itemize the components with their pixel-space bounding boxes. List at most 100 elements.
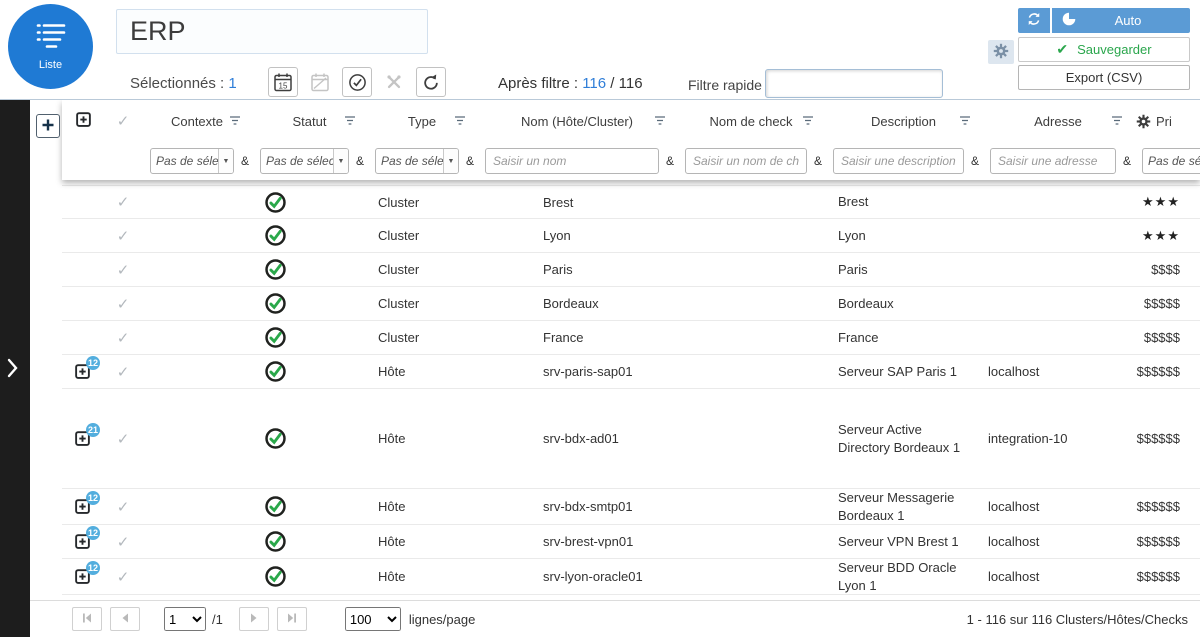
column-filter-icon[interactable] <box>227 114 243 129</box>
priority-cell: ★★★ <box>1134 228 1200 244</box>
table-row[interactable]: ✓ClusterBordeauxBordeaux$$$$$ <box>62 287 1200 321</box>
filter-input[interactable] <box>833 148 964 174</box>
priority-cell: $$$$$$ <box>1134 569 1200 584</box>
last-page-button[interactable] <box>277 607 307 631</box>
result-summary: 1 - 116 sur 116 Clusters/Hôtes/Checks <box>967 612 1188 627</box>
sidebar-expand-toggle[interactable] <box>7 358 18 381</box>
table-row[interactable]: ✓ClusterBrestBrest★★★ <box>62 185 1200 219</box>
row-select-cell[interactable]: ✓ <box>104 363 142 381</box>
per-page-select[interactable]: 100 <box>345 607 401 631</box>
status-ok-icon <box>265 225 286 246</box>
filter-separator: & <box>1123 154 1131 168</box>
refresh-button[interactable] <box>1018 8 1050 33</box>
filter-select[interactable]: Pas de sé▼ <box>1142 148 1200 174</box>
row-select-cell[interactable]: ✓ <box>104 568 142 586</box>
column-filter-5: & <box>825 142 982 180</box>
column-header-2[interactable]: Type <box>367 100 477 142</box>
row-select-cell[interactable]: ✓ <box>104 261 142 279</box>
column-header-5[interactable]: Description <box>825 100 982 142</box>
filter-separator: & <box>466 154 474 168</box>
filter-select[interactable]: Pas de sélection▼ <box>375 148 459 174</box>
after-filter-count: 116 <box>582 75 606 92</box>
prev-page-button[interactable] <box>110 607 140 631</box>
column-filter-7: Pas de sé▼ <box>1134 142 1200 180</box>
row-select-cell[interactable]: ✓ <box>104 498 142 516</box>
save-button[interactable]: ✔ Sauvegarder <box>1018 37 1190 62</box>
row-select-cell[interactable]: ✓ <box>104 329 142 347</box>
name-cell: Paris <box>477 262 677 277</box>
row-select-cell[interactable]: ✓ <box>104 430 142 448</box>
prev-page-icon <box>119 612 131 627</box>
selected-count: Sélectionnés : 1 <box>130 75 237 92</box>
column-filter-icon[interactable] <box>452 114 468 129</box>
column-filter-1: Pas de sélection▼& <box>252 142 367 180</box>
app-logo[interactable]: Liste <box>8 4 93 89</box>
columns-gear-icon[interactable] <box>1136 114 1151 129</box>
next-page-button[interactable] <box>239 607 269 631</box>
header-label-row: ✓ ContexteStatut Type Nom (Hôte/Cluster)No… <box>62 100 1200 142</box>
child-count-badge: 12 <box>86 526 100 540</box>
tools-button[interactable] <box>379 67 409 97</box>
column-header-0[interactable]: Contexte <box>142 100 252 142</box>
column-header-4[interactable]: Nom de check <box>677 100 825 142</box>
status-cell <box>252 259 367 280</box>
undo-button[interactable] <box>416 67 446 97</box>
first-page-icon <box>81 612 93 627</box>
status-ok-icon <box>265 566 286 587</box>
child-count-badge: 12 <box>86 491 100 505</box>
table-row[interactable]: 12✓Hôtesrv-brest-vpn01Serveur VPN Brest … <box>62 525 1200 559</box>
export-csv-button[interactable]: Export (CSV) <box>1018 65 1190 90</box>
check-icon: ✓ <box>117 193 130 211</box>
table-row[interactable]: ✓ClusterParisParis$$$$ <box>62 253 1200 287</box>
expand-cell: 12 <box>62 569 104 585</box>
quick-filter-input[interactable] <box>765 69 943 98</box>
column-filter-icon[interactable] <box>800 114 816 129</box>
filter-separator: & <box>241 154 249 168</box>
column-filter-icon[interactable] <box>1109 114 1125 129</box>
filter-input[interactable] <box>990 148 1116 174</box>
check-circle-icon <box>348 73 367 92</box>
check-circle-button[interactable] <box>342 67 372 97</box>
table-row[interactable]: 12✓Hôtesrv-lyon-oracle01Serveur BDD Orac… <box>62 559 1200 595</box>
expand-all-button[interactable] <box>76 112 91 130</box>
column-filter-icon[interactable] <box>342 114 358 129</box>
table-row[interactable]: 12✓Hôtesrv-paris-sap01Serveur SAP Paris … <box>62 355 1200 389</box>
save-label: Sauvegarder <box>1077 42 1151 57</box>
column-filter-icon[interactable] <box>652 114 668 129</box>
filter-select[interactable]: Pas de sélection▼ <box>150 148 234 174</box>
table-row[interactable]: ✓ClusterFranceFrance$$$$$ <box>62 321 1200 355</box>
name-cell: srv-paris-sap01 <box>477 364 677 379</box>
header-filter-row: Pas de sélection▼&Pas de sélection▼&Pas … <box>62 142 1200 180</box>
column-header-3[interactable]: Nom (Hôte/Cluster) <box>477 100 677 142</box>
table-row[interactable]: 21✓Hôtesrv-bdx-ad01Serveur Active Direct… <box>62 389 1200 489</box>
add-button[interactable] <box>36 114 60 138</box>
filter-input[interactable] <box>485 148 659 174</box>
filter-input[interactable] <box>685 148 807 174</box>
table-row[interactable]: ✓ClusterLyonLyon★★★ <box>62 219 1200 253</box>
column-label: Type <box>408 114 436 129</box>
description-cell: Serveur Messagerie Bordeaux 1 <box>825 489 982 524</box>
settings-gear-button[interactable] <box>988 40 1014 64</box>
column-header-6[interactable]: Adresse <box>982 100 1134 142</box>
priority-cell: $$$$$$ <box>1134 499 1200 514</box>
first-page-button[interactable] <box>72 607 102 631</box>
table-row[interactable]: 12✓Hôtesrv-bdx-smtp01Serveur Messagerie … <box>62 489 1200 525</box>
left-sidebar <box>0 100 30 637</box>
column-filter-2: Pas de sélection▼& <box>367 142 477 180</box>
auto-button[interactable]: Auto <box>1052 8 1190 33</box>
column-header-1[interactable]: Statut <box>252 100 367 142</box>
after-filter-total: / 116 <box>610 75 642 92</box>
calendar-off-button[interactable] <box>305 67 335 97</box>
row-select-cell[interactable]: ✓ <box>104 227 142 245</box>
select-all-check-icon[interactable]: ✓ <box>117 112 130 130</box>
row-select-cell[interactable]: ✓ <box>104 295 142 313</box>
filter-select[interactable]: Pas de sélection▼ <box>260 148 349 174</box>
row-select-cell[interactable]: ✓ <box>104 193 142 211</box>
status-ok-icon <box>265 361 286 382</box>
column-filter-icon[interactable] <box>957 114 973 129</box>
column-header-7[interactable]: Pri <box>1134 100 1200 142</box>
calendar-button[interactable]: 15 <box>268 67 298 97</box>
name-cell: srv-bdx-smtp01 <box>477 499 677 514</box>
row-select-cell[interactable]: ✓ <box>104 533 142 551</box>
page-select[interactable]: 1 <box>164 607 206 631</box>
